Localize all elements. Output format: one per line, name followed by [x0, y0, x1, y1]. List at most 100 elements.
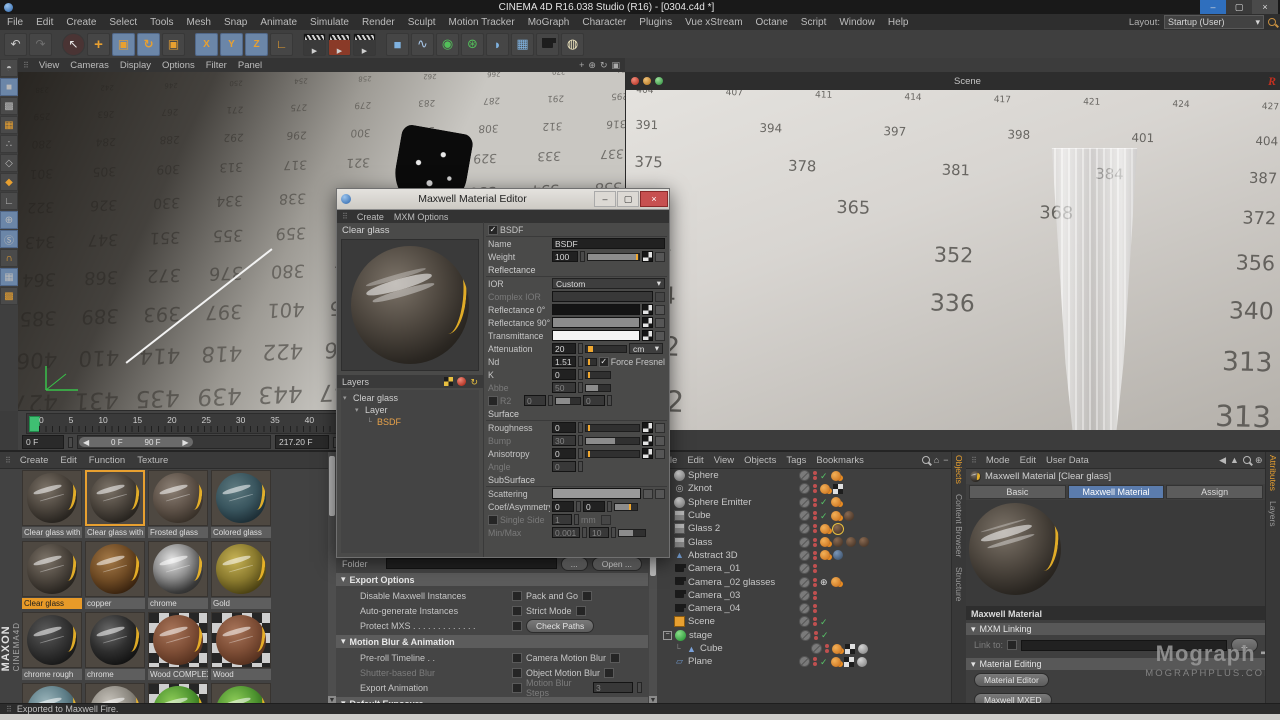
- mat-tag-icon[interactable]: [843, 510, 854, 521]
- reflectance90-color[interactable]: [552, 317, 640, 328]
- material-item[interactable]: Colored glass: [211, 470, 271, 538]
- angle-spinner[interactable]: [578, 461, 583, 472]
- object-row[interactable]: └ ▲ Cube: [657, 642, 952, 655]
- auto-generate-checkbox[interactable]: [512, 605, 522, 616]
- visibility-dots-icon[interactable]: [813, 604, 817, 614]
- visibility-dots-icon[interactable]: [813, 617, 817, 627]
- object-name[interactable]: Camera _04: [688, 603, 796, 614]
- menu-animate[interactable]: Animate: [260, 17, 297, 28]
- transmittance-texture-button[interactable]: [655, 330, 665, 341]
- lock-workplane-icon[interactable]: ▦: [0, 268, 18, 286]
- object-menu-objects[interactable]: Objects: [744, 455, 776, 466]
- object-menu-view[interactable]: View: [714, 455, 734, 466]
- reflectance0-texture-button[interactable]: [655, 304, 665, 315]
- layer-toggle-icon[interactable]: [799, 576, 810, 588]
- object-name[interactable]: Abstract 3D: [688, 550, 796, 561]
- make-editable-icon[interactable]: ◓: [0, 59, 18, 77]
- layer-toggle-icon[interactable]: [811, 643, 822, 654]
- material-thumbnail[interactable]: [22, 541, 82, 597]
- add-camera-icon[interactable]: [536, 32, 559, 56]
- workplane-mode-icon[interactable]: ▦: [0, 116, 18, 134]
- visibility-dots-icon[interactable]: [813, 577, 817, 587]
- menu-tools[interactable]: Tools: [150, 17, 173, 28]
- complex-ior-input[interactable]: [552, 291, 653, 302]
- material-item[interactable]: [211, 683, 271, 705]
- layer-toggle-icon[interactable]: [799, 496, 810, 508]
- orange-tag-icon[interactable]: [820, 523, 830, 534]
- object-menu-bookmarks[interactable]: Bookmarks: [816, 455, 864, 466]
- object-row[interactable]: Camera _01: [657, 562, 952, 575]
- folder-input[interactable]: [386, 558, 557, 569]
- export-animation-checkbox[interactable]: [512, 682, 522, 693]
- abbe-slider[interactable]: [585, 383, 611, 392]
- coordinate-system-icon[interactable]: ∟: [270, 32, 293, 56]
- complex-ior-browse[interactable]: [655, 291, 665, 302]
- menu-mograph[interactable]: MoGraph: [528, 17, 570, 28]
- material-thumbnail[interactable]: [211, 470, 271, 526]
- viewport-menu-display[interactable]: Display: [120, 60, 151, 71]
- enabled-check-icon[interactable]: ✓: [820, 471, 828, 481]
- steps-spinner[interactable]: [637, 682, 642, 693]
- orange-tag-icon[interactable]: [820, 537, 830, 548]
- bump-input[interactable]: 30: [552, 435, 576, 446]
- ball-tag-icon[interactable]: [856, 656, 867, 667]
- reflectance0-texture-icon[interactable]: [642, 304, 653, 315]
- panel-grip-icon[interactable]: ⠿: [971, 456, 977, 465]
- mat-tag-icon[interactable]: [859, 537, 869, 548]
- close-button[interactable]: ×: [1252, 0, 1278, 14]
- object-menu-edit[interactable]: Edit: [687, 455, 703, 466]
- menu-window[interactable]: Window: [839, 17, 875, 28]
- mxm-menu-mxm-options[interactable]: MXM Options: [394, 212, 449, 222]
- menu-plugins[interactable]: Plugins: [639, 17, 672, 28]
- attenuation-slider[interactable]: [585, 344, 627, 353]
- object-name[interactable]: stage: [689, 630, 797, 641]
- viewport-menu-filter[interactable]: Filter: [206, 60, 227, 71]
- minmax-slider[interactable]: [618, 528, 646, 537]
- object-name[interactable]: Plane: [688, 656, 796, 667]
- layer-toggle-icon[interactable]: [799, 483, 810, 495]
- enabled-check-icon[interactable]: ✓: [821, 630, 829, 640]
- fire-refresh-icon[interactable]: [643, 77, 651, 85]
- material-menu-edit[interactable]: Edit: [60, 455, 76, 466]
- menu-vue-xstream[interactable]: Vue xStream: [685, 17, 742, 28]
- nd-input[interactable]: 1.51: [552, 356, 576, 367]
- r2-spinner-1[interactable]: [548, 395, 553, 406]
- menu-create[interactable]: Create: [66, 17, 96, 28]
- tree-item-layer[interactable]: ▾ Layer: [343, 404, 477, 416]
- object-name[interactable]: Glass 2: [688, 523, 796, 534]
- single-side-spinner[interactable]: [574, 514, 579, 525]
- pan-view-icon[interactable]: +: [579, 60, 584, 71]
- layer-toggle-icon[interactable]: [799, 563, 810, 575]
- points-mode-icon[interactable]: ∴: [0, 135, 18, 153]
- material-editing-header[interactable]: ▾ Material Editing: [966, 658, 1266, 670]
- model-mode-icon[interactable]: ■: [0, 78, 18, 96]
- material-thumbnail[interactable]: [85, 541, 145, 597]
- material-menu-function[interactable]: Function: [89, 455, 125, 466]
- object-row[interactable]: Camera _03: [657, 589, 952, 602]
- attenuation-input[interactable]: 20: [552, 343, 576, 354]
- render-view-icon[interactable]: [303, 32, 326, 56]
- single-side-button[interactable]: [601, 514, 611, 525]
- max-frame-field[interactable]: 217.20 F: [275, 435, 329, 449]
- viewport-menu-panel[interactable]: Panel: [238, 60, 262, 71]
- history-back-icon[interactable]: ◀: [1219, 455, 1226, 466]
- new-panel-icon[interactable]: ⊕: [1255, 455, 1263, 466]
- material-thumbnail[interactable]: [85, 683, 145, 705]
- anisotropy-spinner[interactable]: [578, 448, 583, 459]
- maximize-button[interactable]: ▢: [1226, 0, 1252, 14]
- refresh-icon[interactable]: ↻: [470, 377, 478, 387]
- link-to-checkbox[interactable]: [1007, 640, 1018, 650]
- menu-script[interactable]: Script: [801, 17, 827, 28]
- object-name[interactable]: Glass: [688, 537, 796, 548]
- star-tag-icon[interactable]: [845, 643, 855, 654]
- camera-motion-blur-checkbox[interactable]: [610, 652, 621, 663]
- abbe-input[interactable]: 50: [552, 382, 576, 393]
- mat-sel-tag-icon[interactable]: [832, 522, 844, 535]
- r2-input-1[interactable]: 0: [524, 395, 546, 406]
- object-motion-blur-checkbox[interactable]: [604, 667, 615, 678]
- abbe-spinner[interactable]: [578, 382, 583, 393]
- add-subdivision-surface-icon[interactable]: ◉: [436, 32, 459, 56]
- visibility-dots-icon[interactable]: [825, 644, 829, 653]
- rotate-view-icon[interactable]: ↻: [600, 60, 608, 71]
- object-row[interactable]: ◎ Zknot: [657, 482, 952, 495]
